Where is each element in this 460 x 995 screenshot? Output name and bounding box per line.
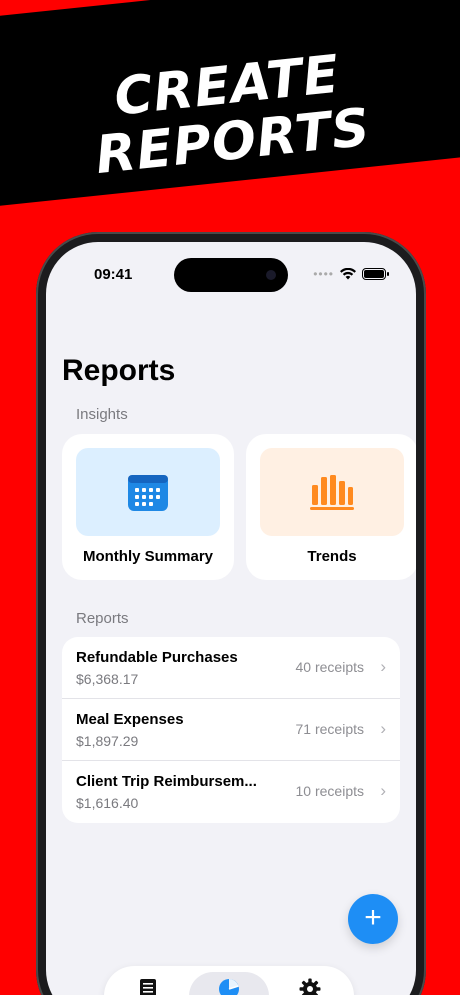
pie-chart-icon [219, 979, 239, 995]
tab-receipts[interactable] [108, 972, 188, 995]
report-receipt-count: 10 receipts [295, 783, 364, 799]
insight-tile [260, 448, 404, 536]
cellular-signal-icon: •••• [313, 267, 334, 281]
add-report-button[interactable]: + [348, 894, 398, 944]
insight-card-trends[interactable]: Trends [246, 434, 416, 580]
chevron-right-icon: › [380, 781, 386, 800]
wifi-icon [340, 268, 356, 280]
reports-section-label: Reports [76, 610, 129, 627]
camera-dot [266, 270, 276, 280]
page-title: Reports [62, 354, 176, 387]
bar-chart-icon [310, 475, 354, 510]
chevron-right-icon: › [380, 719, 386, 738]
report-receipt-count: 71 receipts [295, 721, 364, 737]
insight-tile [76, 448, 220, 536]
report-list: Refundable Purchases $6,368.17 40 receip… [62, 637, 400, 823]
phone-frame: 09:41 •••• Reports Insights Monthly Summ… [36, 232, 426, 995]
insight-card-label: Monthly Summary [82, 548, 214, 565]
gear-icon [299, 978, 321, 995]
tab-bar [104, 966, 354, 995]
report-row[interactable]: Client Trip Reimbursem... $1,616.40 10 r… [62, 761, 400, 823]
status-icons: •••• [313, 267, 389, 281]
insights-section-label: Insights [76, 406, 128, 423]
insight-card-label: Trends [307, 548, 357, 565]
report-receipt-count: 40 receipts [295, 659, 364, 675]
calendar-icon [128, 475, 168, 511]
report-row[interactable]: Meal Expenses $1,897.29 71 receipts › [62, 699, 400, 761]
tab-reports[interactable] [189, 972, 269, 995]
battery-icon [362, 268, 389, 280]
status-time: 09:41 [94, 266, 133, 283]
insight-card-monthly-summary[interactable]: Monthly Summary [62, 434, 234, 580]
tab-settings[interactable] [270, 972, 350, 995]
dynamic-island [174, 258, 288, 292]
app-screen: 09:41 •••• Reports Insights Monthly Summ… [46, 242, 416, 995]
report-row[interactable]: Refundable Purchases $6,368.17 40 receip… [62, 637, 400, 699]
chevron-right-icon: › [380, 657, 386, 676]
receipts-icon [140, 979, 156, 995]
